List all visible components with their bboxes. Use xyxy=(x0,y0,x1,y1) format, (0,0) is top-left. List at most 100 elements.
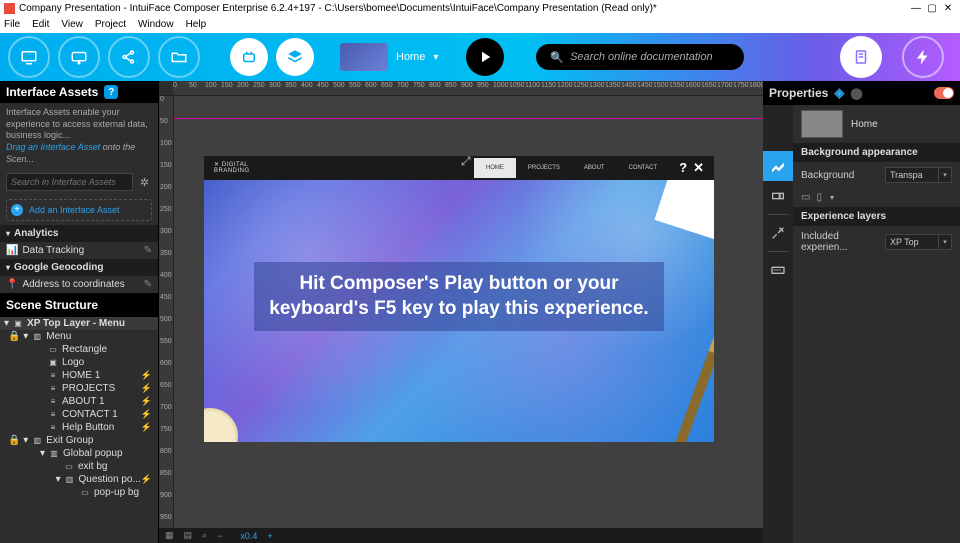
link-icon[interactable]: ⬤ xyxy=(850,87,862,100)
zoom-in-icon[interactable]: + xyxy=(267,531,272,541)
hero-text: Hit Composer's Play button or your keybo… xyxy=(254,262,664,331)
mock-hero: Hit Composer's Play button or your keybo… xyxy=(204,180,714,442)
share-button[interactable] xyxy=(108,36,150,78)
menu-edit[interactable]: Edit xyxy=(32,19,49,30)
trigger-icon: ⚡ xyxy=(141,370,152,381)
device-tablet-button[interactable] xyxy=(58,36,100,78)
scene-tree: ▾▣XP Top Layer - Menu 🔒 ▾▥Menu ▭Rectangl… xyxy=(0,317,158,543)
layers-value[interactable]: XP Top xyxy=(885,234,939,250)
layers-dropdown-icon[interactable]: ▾ xyxy=(939,234,952,250)
edit-icon[interactable]: ✎ xyxy=(144,279,152,290)
analytics-item[interactable]: 📊Data Tracking✎ xyxy=(0,242,158,259)
orientation-icon[interactable]: ▯ xyxy=(816,192,822,203)
section-layers: Experience layers xyxy=(793,207,960,226)
device-icon[interactable]: ▭ xyxy=(801,192,810,203)
analytics-section[interactable]: ▾Analytics xyxy=(0,225,158,242)
resize-handle-icon[interactable]: ⤢ xyxy=(461,154,475,168)
device-desktop-button[interactable] xyxy=(8,36,50,78)
notes-button[interactable] xyxy=(840,36,882,78)
folder-button[interactable] xyxy=(158,36,200,78)
tree-row-exitgroup[interactable]: 🔒 ▾▥Exit Group xyxy=(0,434,158,447)
search-docs-input[interactable]: 🔍 Search online documentation xyxy=(536,44,744,70)
chevron-down-icon[interactable]: ▾ xyxy=(830,193,834,202)
tree-row-projects[interactable]: ≡PROJECTS⚡ xyxy=(0,382,158,395)
keyboard-tool-icon[interactable] xyxy=(763,255,793,285)
tree-row-xp-top[interactable]: ▾▣XP Top Layer - Menu xyxy=(0,317,158,330)
zoom-level[interactable]: x0.4 xyxy=(240,531,257,541)
search-icon: 🔍 xyxy=(550,51,564,64)
mock-navbar: ✕ DIGITAL BRANDING HOME PROJECTS ABOUT C… xyxy=(204,156,714,180)
scene-mockup[interactable]: ⤢ ✕ DIGITAL BRANDING HOME PROJECTS ABOUT… xyxy=(204,156,714,442)
help-icon[interactable]: ? xyxy=(104,85,118,99)
close-button[interactable]: ✕ xyxy=(940,3,956,14)
geocoding-item[interactable]: 📍Address to coordinates✎ xyxy=(0,276,158,293)
scene-structure-header: Scene Structure xyxy=(0,293,158,317)
tree-row-rectangle[interactable]: ▭Rectangle xyxy=(0,343,158,356)
add-interface-asset-button[interactable]: + Add an Interface Asset xyxy=(6,199,152,221)
tree-row-questionpo[interactable]: ▾▥Question po...⚡ xyxy=(0,473,158,486)
geocoding-section[interactable]: ▾Google Geocoding xyxy=(0,259,158,276)
grid-icon[interactable]: ▤ xyxy=(184,530,193,541)
menu-window[interactable]: Window xyxy=(138,19,174,30)
tree-row-menu[interactable]: 🔒 ▾▥Menu xyxy=(0,330,158,343)
menu-project[interactable]: Project xyxy=(95,19,126,30)
appearance-tool-icon[interactable] xyxy=(763,151,793,181)
menu-help[interactable]: Help xyxy=(186,19,207,30)
layers-button[interactable] xyxy=(276,38,314,76)
tree-row-helpbutton[interactable]: ≡Help Button⚡ xyxy=(0,421,158,434)
tree-row-exitbg[interactable]: ▭exit bg xyxy=(0,460,158,473)
zoom-out-icon[interactable]: − xyxy=(217,531,222,541)
status-bar: ▦ ▤ ⌕ − x0.4 + xyxy=(159,528,763,543)
mock-tab-home[interactable]: HOME xyxy=(474,158,516,178)
tree-row-about1[interactable]: ≡ABOUT 1⚡ xyxy=(0,395,158,408)
menu-view[interactable]: View xyxy=(61,19,83,30)
mock-tab-about[interactable]: ABOUT xyxy=(572,158,617,178)
section-background: Background appearance xyxy=(793,143,960,162)
magnet-icon[interactable]: ⌕ xyxy=(202,530,207,541)
tree-row-logo[interactable]: ▣Logo xyxy=(0,356,158,369)
assets-description: Interface Assets enable your experience … xyxy=(0,103,158,169)
target-icon[interactable]: ◈ xyxy=(834,85,844,101)
interface-assets-header: Interface Assets ? xyxy=(0,81,158,103)
decor-dish xyxy=(204,408,238,442)
background-value[interactable]: Transpa xyxy=(885,167,939,183)
mock-help-icon[interactable]: ? xyxy=(679,160,687,176)
window-titlebar: Company Presentation - IntuiFace Compose… xyxy=(0,0,960,16)
visibility-toggle[interactable] xyxy=(934,87,954,99)
effects-tool-icon[interactable] xyxy=(763,218,793,248)
tree-row-globalpopup[interactable]: ▾▥Global popup xyxy=(0,447,158,460)
trigger-icon: ⚡ xyxy=(141,409,152,420)
mock-tab-contact[interactable]: CONTACT xyxy=(617,158,670,178)
scene-swatch[interactable] xyxy=(801,110,843,138)
mock-close-icon[interactable]: ✕ xyxy=(693,160,704,176)
guide-line[interactable] xyxy=(174,118,763,119)
pin-icon: 📍 xyxy=(6,279,18,290)
tree-row-home1[interactable]: ≡HOME 1⚡ xyxy=(0,369,158,382)
snap-icon[interactable]: ▦ xyxy=(165,530,174,541)
play-button[interactable] xyxy=(466,38,504,76)
library-button[interactable] xyxy=(230,38,268,76)
canvas-stage[interactable]: ⤢ ✕ DIGITAL BRANDING HOME PROJECTS ABOUT… xyxy=(174,96,763,528)
mock-logo: ✕ DIGITAL BRANDING xyxy=(214,162,250,174)
right-panel: Properties ◈ ⬤ Home Background appearanc xyxy=(763,81,960,543)
triggers-button[interactable] xyxy=(902,36,944,78)
tree-row-contact1[interactable]: ≡CONTACT 1⚡ xyxy=(0,408,158,421)
maximize-button[interactable]: ▢ xyxy=(924,3,940,14)
scene-thumbnail[interactable] xyxy=(340,43,388,71)
plus-icon: + xyxy=(11,204,23,216)
search-assets-input[interactable] xyxy=(6,173,133,191)
layout-tool-icon[interactable] xyxy=(763,181,793,211)
mock-tab-projects[interactable]: PROJECTS xyxy=(516,158,572,178)
menu-file[interactable]: File xyxy=(4,19,20,30)
gear-icon[interactable]: ✲ xyxy=(137,174,152,190)
layers-label: Included experien... xyxy=(801,231,885,253)
ruler-vertical: 0501001502002503003504004505005506006507… xyxy=(159,96,174,528)
properties-header: Properties ◈ ⬤ xyxy=(763,81,960,105)
main-toolbar: Home ▾ 🔍 Search online documentation xyxy=(0,33,960,81)
tree-row-popupbg[interactable]: ▭pop-up bg xyxy=(0,486,158,499)
app-icon xyxy=(4,3,15,14)
scene-dropdown-icon[interactable]: ▾ xyxy=(433,52,438,63)
edit-icon[interactable]: ✎ xyxy=(144,245,152,256)
background-dropdown-icon[interactable]: ▾ xyxy=(939,167,952,183)
minimize-button[interactable]: — xyxy=(908,3,924,14)
